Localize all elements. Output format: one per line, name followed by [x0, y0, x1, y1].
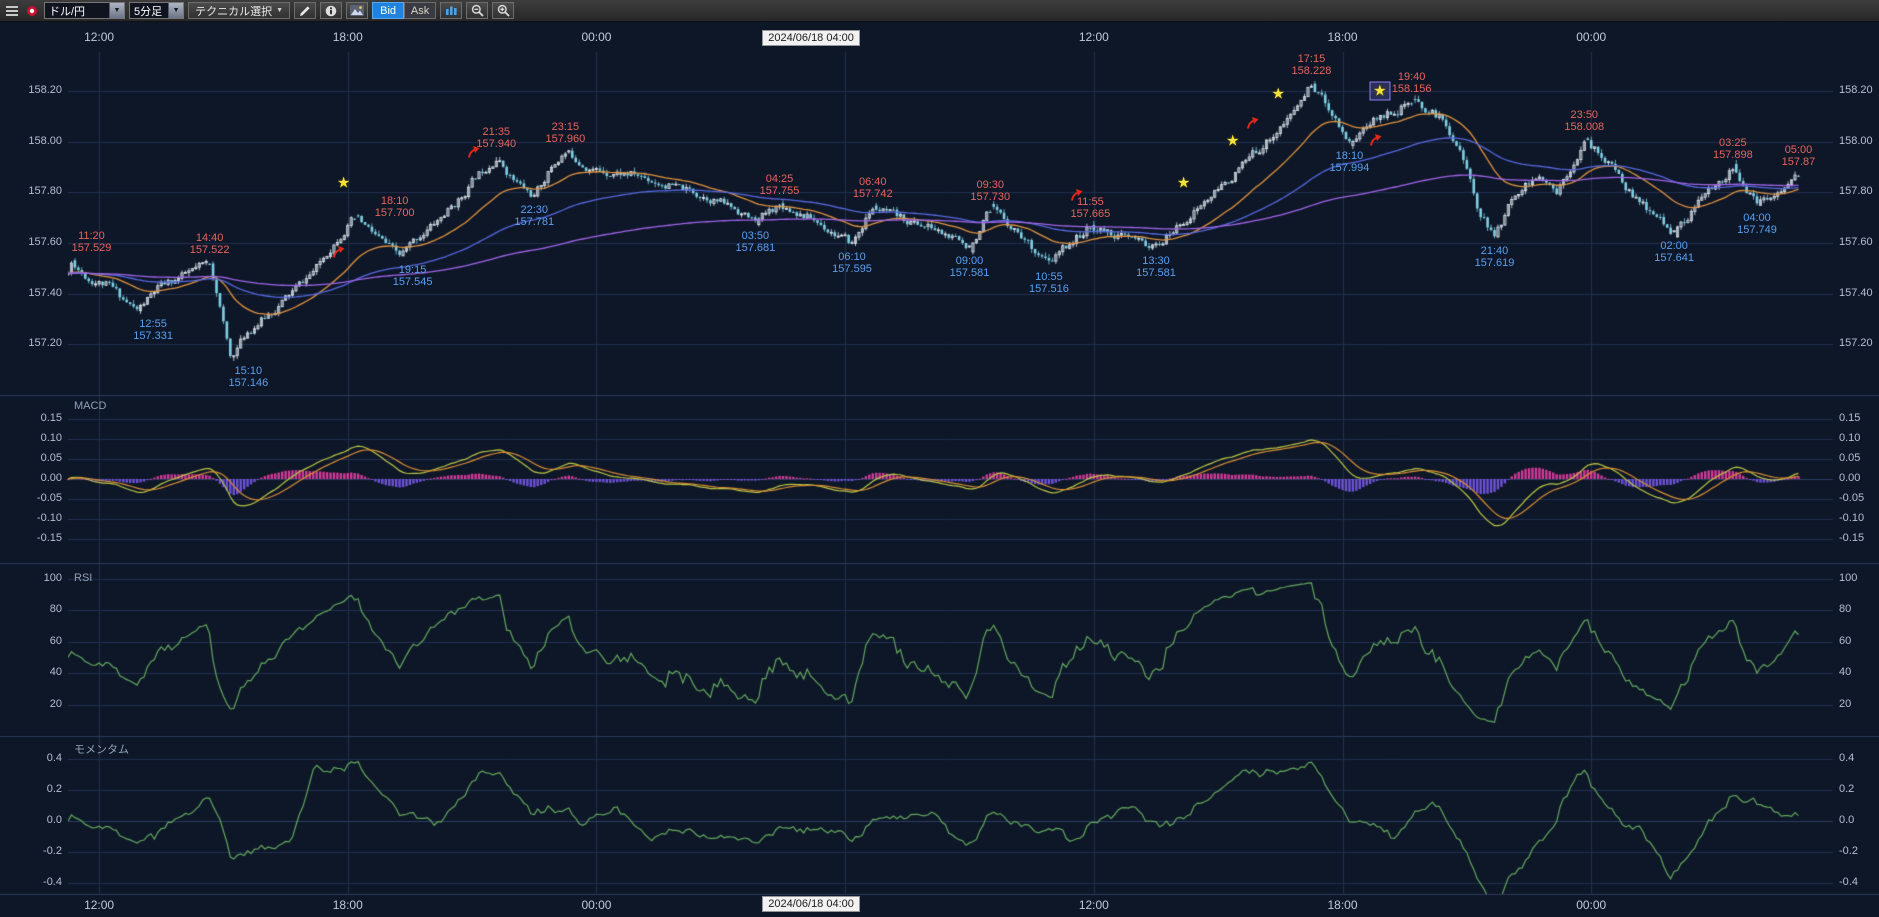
timeframe-value: 5分足 — [130, 3, 168, 18]
bar-chart-icon — [443, 3, 459, 19]
trading-chart-window: 12:0012:0018:0018:0000:0000:0012:0012:00… — [0, 0, 1879, 917]
currency-pair-value: ドル/円 — [45, 3, 109, 18]
menu-icon[interactable] — [4, 3, 20, 19]
chevron-down-icon: ▼ — [276, 7, 283, 14]
magnifier-plus-icon — [495, 3, 511, 19]
chevron-down-icon[interactable]: ▼ — [168, 3, 183, 18]
draw-tool-button[interactable] — [294, 2, 316, 19]
zoom-in-button[interactable] — [492, 2, 514, 19]
chart-image-button[interactable] — [346, 2, 368, 19]
ask-toggle-button[interactable]: Ask — [404, 2, 436, 19]
timeframe-select[interactable]: 5分足 ▼ — [129, 2, 184, 19]
chevron-down-icon[interactable]: ▼ — [109, 3, 124, 18]
technical-select-button[interactable]: テクニカル選択 ▼ — [188, 2, 290, 19]
logo-icon — [24, 3, 40, 19]
bid-ask-toggle: Bid Ask — [372, 2, 436, 19]
magnifier-minus-icon — [469, 3, 485, 19]
zoom-out-button[interactable] — [466, 2, 488, 19]
info-button[interactable] — [320, 2, 342, 19]
currency-pair-select[interactable]: ドル/円 ▼ — [44, 2, 125, 19]
pencil-icon — [297, 3, 313, 19]
chart-canvas[interactable] — [0, 0, 1879, 917]
bar-chart-button[interactable] — [440, 2, 462, 19]
technical-select-label: テクニカル選択 — [195, 3, 272, 19]
toolbar: ドル/円 ▼ 5分足 ▼ テクニカル選択 ▼ Bid — [0, 0, 1879, 22]
info-icon — [323, 3, 339, 19]
mountain-icon — [349, 3, 365, 19]
bid-toggle-button[interactable]: Bid — [372, 2, 404, 19]
